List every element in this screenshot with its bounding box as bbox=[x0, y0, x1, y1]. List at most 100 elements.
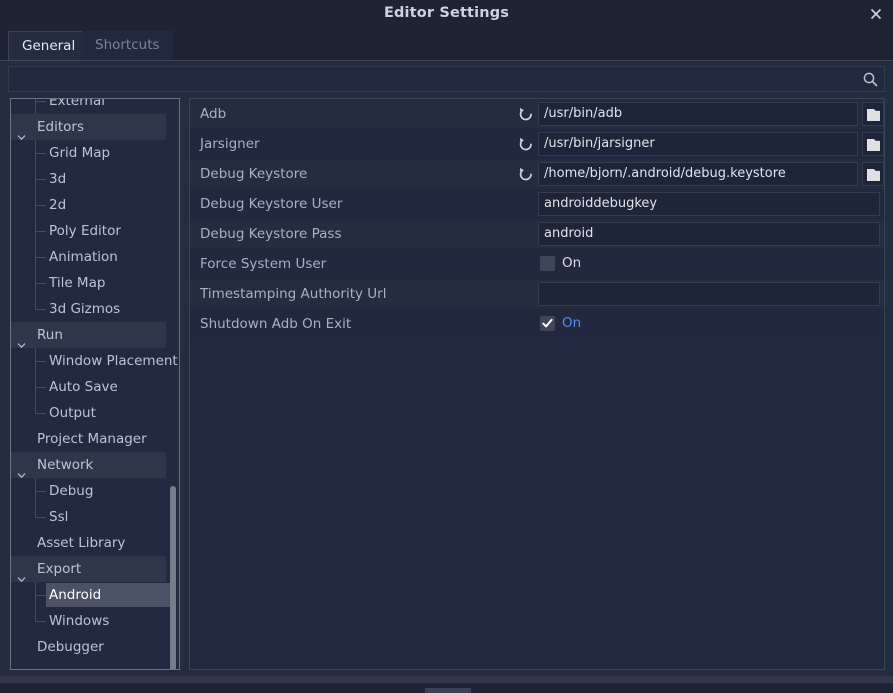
settings-content: External Editors Grid Map 3d 2d Poly Editor An… bbox=[0, 60, 893, 676]
window-title: Editor Settings bbox=[383, 5, 510, 21]
sidebar-item-label: External bbox=[49, 99, 106, 109]
search-input[interactable] bbox=[15, 67, 850, 91]
tab-shortcuts[interactable]: Shortcuts bbox=[82, 31, 173, 60]
sidebar-item-label: Grid Map bbox=[49, 145, 111, 161]
property-value: /home/bjorn/.android/debug.keystore bbox=[544, 166, 786, 181]
tree-guide-line bbox=[35, 153, 46, 154]
sidebar-item-project-manager[interactable]: Project Manager bbox=[11, 426, 179, 452]
tree-guide-line bbox=[35, 257, 46, 258]
folder-icon bbox=[866, 107, 881, 121]
tree-guide-line bbox=[35, 413, 46, 414]
property-text-input[interactable]: /home/bjorn/.android/debug.keystore bbox=[538, 162, 858, 186]
revert-icon[interactable] bbox=[518, 106, 534, 122]
sidebar-item-grid-map[interactable]: Grid Map bbox=[11, 140, 179, 166]
chevron-down-icon[interactable] bbox=[17, 461, 26, 479]
chevron-down-icon[interactable] bbox=[17, 123, 26, 141]
tree-guide-line bbox=[35, 387, 46, 388]
sidebar-item-auto-save[interactable]: Auto Save bbox=[11, 374, 179, 400]
sidebar-item-asset-library[interactable]: Asset Library bbox=[11, 530, 179, 556]
property-checkbox[interactable]: On bbox=[538, 252, 884, 276]
sidebar-item-2d[interactable]: 2d bbox=[11, 192, 179, 218]
property-label: Shutdown Adb On Exit bbox=[200, 316, 352, 332]
sidebar-item-animation[interactable]: Animation bbox=[11, 244, 179, 270]
sidebar-item-network[interactable]: Network bbox=[11, 452, 166, 479]
property-label: Debug Keystore Pass bbox=[200, 226, 342, 242]
sidebar-item-label: Window Placement bbox=[49, 353, 178, 369]
sidebar-item-poly-editor[interactable]: Poly Editor bbox=[11, 218, 179, 244]
sidebar-item-windows[interactable]: Windows bbox=[11, 608, 179, 634]
property-text-input[interactable]: androiddebugkey bbox=[538, 192, 880, 216]
browse-file-button[interactable] bbox=[862, 102, 884, 126]
sidebar-item-label: 3d bbox=[49, 171, 67, 187]
revert-icon[interactable] bbox=[518, 136, 534, 152]
sidebar-item-ssl[interactable]: Ssl bbox=[11, 504, 179, 530]
property-text-input[interactable]: /usr/bin/jarsigner bbox=[538, 132, 858, 156]
window-titlebar: Editor Settings bbox=[0, 0, 893, 27]
property-value: android bbox=[544, 226, 594, 241]
sidebar-item-3d[interactable]: 3d bbox=[11, 166, 179, 192]
property-label: Adb bbox=[200, 106, 227, 122]
chevron-down-icon[interactable] bbox=[17, 565, 26, 583]
sidebar-item-label: Network bbox=[37, 457, 94, 473]
sidebar-item-tile-map[interactable]: Tile Map bbox=[11, 270, 179, 296]
tree-scrollbar-track[interactable] bbox=[170, 100, 178, 669]
property-value: /usr/bin/adb bbox=[544, 106, 623, 121]
sidebar-item-label: Ssl bbox=[49, 509, 69, 525]
sidebar-item-export[interactable]: Export bbox=[11, 556, 166, 583]
tree-guide-line bbox=[35, 309, 46, 310]
checkbox-label: On bbox=[562, 315, 582, 331]
folder-icon bbox=[866, 167, 881, 181]
tree-scrollbar-thumb[interactable] bbox=[170, 486, 176, 669]
editor-settings-window: Editor Settings General Shortcuts Extern… bbox=[0, 0, 893, 693]
sidebar-item-debugger[interactable]: Debugger bbox=[11, 634, 179, 660]
taskbar-item[interactable] bbox=[425, 688, 471, 693]
property-value: androiddebugkey bbox=[544, 196, 658, 211]
tree-guide-line bbox=[35, 296, 36, 310]
tree-guide-line bbox=[35, 517, 46, 518]
sidebar-item-run[interactable]: Run bbox=[11, 322, 166, 349]
sidebar-item-label: Project Manager bbox=[37, 431, 147, 447]
property-text-input[interactable]: android bbox=[538, 222, 880, 246]
tree-guide-line bbox=[35, 400, 36, 414]
property-row: Debug Keystore User androiddebugkey bbox=[190, 189, 884, 219]
sidebar-item-editors[interactable]: Editors bbox=[11, 114, 166, 141]
search-icon[interactable] bbox=[862, 71, 879, 88]
sidebar-item-debug[interactable]: Debug bbox=[11, 478, 179, 504]
property-row: Debug Keystore/home/bjorn/.android/debug… bbox=[190, 159, 884, 189]
sidebar-item-label: 2d bbox=[49, 197, 67, 213]
property-value: /usr/bin/jarsigner bbox=[544, 136, 655, 151]
property-label: Force System User bbox=[200, 256, 327, 272]
sidebar-item-external[interactable]: External bbox=[11, 99, 179, 114]
property-label: Debug Keystore User bbox=[200, 196, 343, 212]
sidebar-item-label: Export bbox=[37, 561, 82, 577]
close-icon[interactable] bbox=[863, 0, 889, 27]
settings-properties-panel: Adb/usr/bin/adb Jarsigner/usr/bin/jarsign… bbox=[189, 98, 885, 670]
property-text-input[interactable]: /usr/bin/adb bbox=[538, 102, 858, 126]
sidebar-item-android[interactable]: Android bbox=[11, 582, 179, 608]
property-text-input[interactable] bbox=[538, 282, 880, 306]
chevron-down-icon[interactable] bbox=[17, 331, 26, 349]
tab-general[interactable]: General bbox=[8, 31, 90, 60]
sidebar-item-window-placement[interactable]: Window Placement bbox=[11, 348, 179, 374]
property-row: Jarsigner/usr/bin/jarsigner bbox=[190, 129, 884, 159]
browse-file-button[interactable] bbox=[862, 162, 884, 186]
sidebar-item-output[interactable]: Output bbox=[11, 400, 179, 426]
sidebar-item-label: Debug bbox=[49, 483, 94, 499]
checkbox-unchecked-icon[interactable] bbox=[540, 256, 555, 271]
sidebar-item-label: Run bbox=[37, 327, 63, 343]
property-label: Debug Keystore bbox=[200, 166, 308, 182]
sidebar-item-3d-gizmos[interactable]: 3d Gizmos bbox=[11, 296, 179, 322]
property-label: Timestamping Authority Url bbox=[200, 286, 387, 302]
browse-file-button[interactable] bbox=[862, 132, 884, 156]
property-checkbox[interactable]: On bbox=[538, 312, 884, 336]
property-row: Adb/usr/bin/adb bbox=[190, 99, 884, 129]
checkbox-checked-icon[interactable] bbox=[540, 316, 555, 331]
sidebar-item-label: Animation bbox=[49, 249, 118, 265]
sidebar-item-label: Editors bbox=[37, 119, 84, 135]
sidebar-item-label: Tile Map bbox=[49, 275, 106, 291]
revert-icon[interactable] bbox=[518, 166, 534, 182]
sidebar-item-label: Asset Library bbox=[37, 535, 126, 551]
tree-guide-line bbox=[35, 179, 46, 180]
search-bar bbox=[8, 66, 885, 92]
tree-guide-line bbox=[35, 595, 46, 596]
